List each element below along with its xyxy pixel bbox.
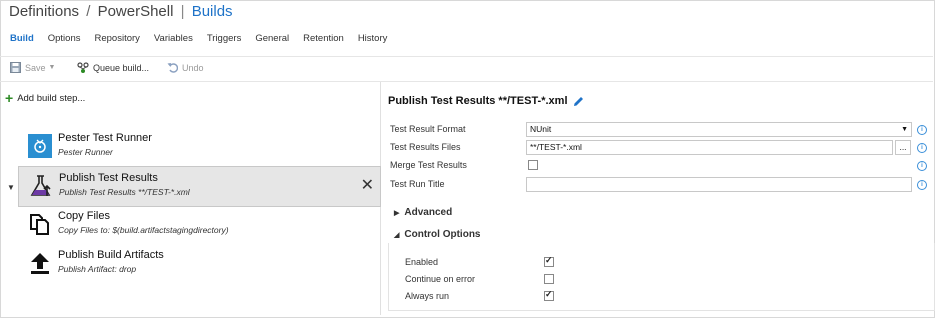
tab-build[interactable]: Build (10, 33, 34, 44)
test-results-files-input[interactable]: **/TEST-*.xml (526, 140, 893, 155)
advanced-section-toggle[interactable]: ▶ Advanced (394, 207, 452, 218)
flask-icon (29, 174, 53, 198)
browse-button[interactable]: ... (895, 140, 911, 155)
save-dropdown-icon[interactable]: ▼ (49, 64, 56, 71)
control-options-label: Control Options (404, 229, 481, 240)
continue-on-error-checkbox[interactable] (544, 274, 554, 284)
breadcrumb-separator: / (86, 3, 91, 20)
undo-icon (167, 63, 178, 73)
pester-icon (28, 134, 52, 158)
undo-button[interactable]: Undo (167, 62, 204, 73)
step-publish-test-results[interactable]: Publish Test Results Publish Test Result… (18, 166, 381, 207)
enabled-label: Enabled (405, 257, 439, 267)
step-title: Copy Files (58, 210, 110, 222)
step-details-title: Publish Test Results **/TEST-*.xml (388, 95, 584, 107)
queue-build-button[interactable]: Queue build... (77, 62, 149, 74)
always-run-checkbox[interactable] (544, 289, 554, 301)
build-steps-panel: + Add build step... Pester Test Runner P… (0, 82, 381, 315)
chevron-down-icon: ◢ (394, 231, 400, 239)
always-run-label: Always run (405, 291, 450, 301)
advanced-label: Advanced (404, 207, 453, 218)
edit-pencil-icon[interactable] (573, 96, 584, 107)
step-subtitle: Copy Files to: $(build.artifactstagingdi… (58, 225, 229, 235)
step-title: Publish Build Artifacts (58, 249, 164, 261)
chevron-right-icon: ▶ (394, 209, 400, 217)
step-title: Pester Test Runner (58, 132, 152, 144)
test-run-title-input[interactable] (526, 177, 912, 192)
tab-history[interactable]: History (358, 33, 388, 44)
control-options-section-toggle[interactable]: ◢ Control Options (394, 229, 487, 240)
step-details-title-text: Publish Test Results **/TEST-*.xml (388, 95, 568, 107)
tab-variables[interactable]: Variables (154, 33, 193, 44)
queue-build-icon (77, 62, 89, 73)
test-results-files-label: Test Results Files (390, 142, 461, 152)
add-build-step-label: Add build step... (17, 93, 86, 104)
step-title: Publish Test Results (59, 172, 158, 184)
step-details-panel: Publish Test Results **/TEST-*.xml Test … (381, 82, 935, 315)
test-results-files-value: **/TEST-*.xml (530, 142, 582, 152)
step-expand-caret-icon[interactable]: ▼ (7, 183, 15, 192)
tab-repository[interactable]: Repository (95, 33, 140, 44)
save-label: Save (25, 62, 46, 73)
tab-options[interactable]: Options (48, 33, 81, 44)
step-pester-test-runner[interactable]: Pester Test Runner Pester Runner (18, 127, 379, 166)
test-run-title-label: Test Run Title (390, 179, 445, 189)
plus-icon: + (5, 90, 14, 106)
enabled-checkbox[interactable] (544, 255, 554, 267)
test-result-format-select[interactable]: NUnit ▼ (526, 122, 912, 137)
tab-retention[interactable]: Retention (303, 33, 344, 44)
breadcrumb-definitions[interactable]: Definitions (9, 3, 79, 20)
step-publish-build-artifacts[interactable]: Publish Build Artifacts Publish Artifact… (18, 244, 379, 283)
merge-test-results-label: Merge Test Results (390, 160, 467, 170)
info-icon[interactable]: i (917, 143, 927, 153)
step-subtitle: Pester Runner (58, 147, 113, 157)
toolbar: Save ▼ Queue build... Undo (0, 56, 933, 82)
info-icon[interactable]: i (917, 161, 927, 171)
test-result-format-value: NUnit (530, 124, 552, 134)
upload-icon (28, 251, 52, 275)
chevron-down-icon: ▼ (901, 126, 908, 133)
tab-general[interactable]: General (255, 33, 289, 44)
copy-icon (28, 212, 52, 236)
info-icon[interactable]: i (917, 180, 927, 190)
save-icon (10, 62, 21, 73)
tab-triggers[interactable]: Triggers (207, 33, 242, 44)
merge-test-results-checkbox[interactable] (528, 160, 538, 170)
breadcrumb-current: Builds (191, 3, 233, 20)
remove-step-close-icon[interactable]: ✕ (361, 175, 374, 195)
save-button[interactable]: Save ▼ (10, 62, 55, 73)
breadcrumb: Definitions / PowerShell | Builds (9, 3, 233, 20)
queue-build-label: Queue build... (93, 63, 150, 73)
breadcrumb-pipe: | (180, 3, 185, 20)
tab-bar: Build Options Repository Variables Trigg… (10, 33, 401, 44)
info-icon[interactable]: i (917, 125, 927, 135)
step-subtitle: Publish Artifact: drop (58, 264, 137, 274)
test-result-format-label: Test Result Format (390, 124, 466, 134)
undo-label: Undo (182, 62, 204, 73)
continue-on-error-label: Continue on error (405, 274, 476, 284)
step-copy-files[interactable]: Copy Files Copy Files to: $(build.artifa… (18, 205, 379, 244)
breadcrumb-powershell[interactable]: PowerShell (98, 3, 174, 20)
add-build-step-button[interactable]: + Add build step... (5, 90, 86, 106)
step-subtitle: Publish Test Results **/TEST-*.xml (59, 187, 190, 197)
